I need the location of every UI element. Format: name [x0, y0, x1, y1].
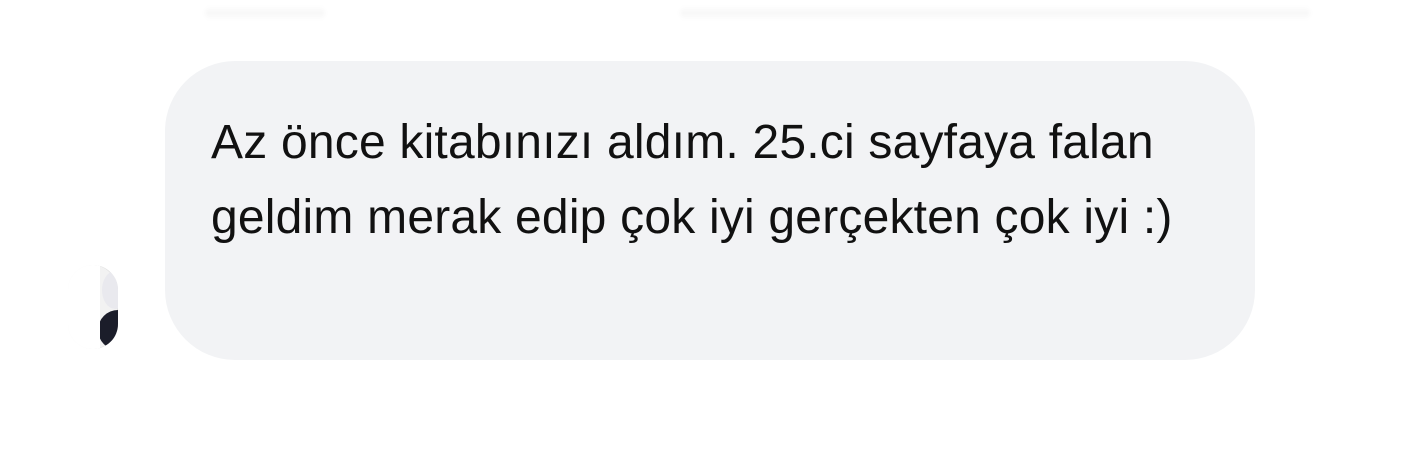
avatar-photo-highlight [102, 271, 118, 309]
avatar-photo-shadow [98, 310, 118, 349]
message-text: Az önce kitabınızı aldım. 25.ci sayfaya … [211, 116, 1173, 244]
previous-message-edge [680, 6, 1310, 20]
avatar[interactable] [68, 265, 118, 349]
avatar-crop [68, 265, 100, 349]
chat-view: Az önce kitabınızı aldım. 25.ci sayfaya … [0, 0, 1406, 472]
message-bubble[interactable]: Az önce kitabınızı aldım. 25.ci sayfaya … [165, 61, 1255, 360]
previous-message-edge [205, 6, 325, 20]
